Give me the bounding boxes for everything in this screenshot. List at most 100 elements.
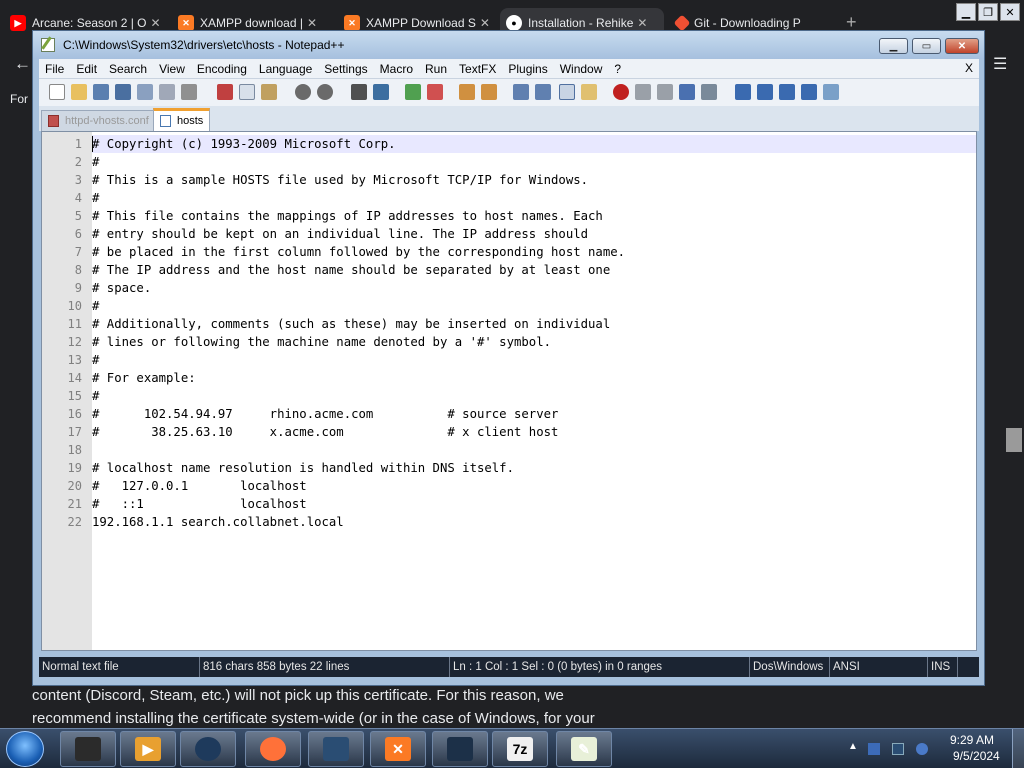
status-bar: Normal text file 816 chars 858 bytes 22 … xyxy=(39,657,979,677)
copy-icon[interactable] xyxy=(239,84,255,100)
display-icon[interactable] xyxy=(892,743,904,755)
menu-view[interactable]: View xyxy=(153,62,191,76)
cut-icon[interactable] xyxy=(217,84,233,100)
record-macro-icon[interactable] xyxy=(613,84,629,100)
sync-vertical-icon[interactable] xyxy=(459,84,475,100)
save-icon[interactable] xyxy=(93,84,109,100)
clock-time[interactable]: 9:29 AM xyxy=(950,733,994,747)
github-icon: ● xyxy=(506,15,522,31)
show-hidden-icons-icon[interactable]: ▲ xyxy=(848,741,858,752)
open-file-icon[interactable] xyxy=(71,84,87,100)
minimize-icon[interactable]: ▁ xyxy=(956,3,976,21)
taskbar-button-remote[interactable] xyxy=(432,731,488,767)
move-down-icon[interactable] xyxy=(779,84,795,100)
code-line: # Copyright (c) 1993-2009 Microsoft Corp… xyxy=(92,137,396,151)
line-number: 2 xyxy=(74,155,82,169)
save-macro-icon[interactable] xyxy=(701,84,717,100)
taskbar-button-notepadpp[interactable]: ✎ xyxy=(556,731,612,767)
close-icon[interactable]: ✕ xyxy=(1000,3,1020,21)
line-number: 9 xyxy=(74,281,82,295)
line-number: 7 xyxy=(74,245,82,259)
sort-icon[interactable] xyxy=(801,84,817,100)
close-button[interactable]: ✕ xyxy=(945,38,979,54)
run-macro-multiple-icon[interactable] xyxy=(679,84,695,100)
close-all-icon[interactable] xyxy=(159,84,175,100)
find-icon[interactable] xyxy=(351,84,367,100)
menu-language[interactable]: Language xyxy=(253,62,318,76)
taskbar-button-vm[interactable] xyxy=(308,731,364,767)
line-number: 1 xyxy=(74,137,82,151)
menu-icon[interactable]: ☰ xyxy=(993,54,1007,74)
page-text-fragment: For xyxy=(10,92,28,106)
menu-textfx[interactable]: TextFX xyxy=(453,62,502,76)
zoom-in-icon[interactable] xyxy=(405,84,421,100)
show-desktop-button[interactable] xyxy=(1012,729,1024,768)
close-icon[interactable]: ✕ xyxy=(151,16,161,30)
undo-icon[interactable] xyxy=(295,84,311,100)
xampp-icon: ✕ xyxy=(344,15,360,31)
taskbar-button-firefox[interactable] xyxy=(245,731,301,767)
virtual-machine-icon xyxy=(323,737,349,761)
window-titlebar[interactable]: C:\Windows\System32\drivers\etc\hosts - … xyxy=(33,31,984,59)
save-all-icon[interactable] xyxy=(115,84,131,100)
menu-encoding[interactable]: Encoding xyxy=(191,62,253,76)
textfx-icon[interactable] xyxy=(735,84,751,100)
close-file-icon[interactable] xyxy=(137,84,153,100)
menu-settings[interactable]: Settings xyxy=(318,62,373,76)
restore-icon[interactable]: ❐ xyxy=(978,3,998,21)
menu-plugins[interactable]: Plugins xyxy=(502,62,553,76)
taskbar-button-xampp[interactable]: ✕ xyxy=(370,731,426,767)
maximize-button[interactable]: ▭ xyxy=(912,38,941,54)
line-number: 19 xyxy=(67,461,82,475)
code-line: # 127.0.0.1 localhost xyxy=(92,479,307,493)
paste-icon[interactable] xyxy=(261,84,277,100)
taskbar-button-explorer[interactable] xyxy=(60,731,116,767)
monitor-icon xyxy=(447,737,473,761)
network-adapter-icon[interactable] xyxy=(868,743,880,755)
menu-window[interactable]: Window xyxy=(554,62,609,76)
taskbar-button-browser-orb[interactable] xyxy=(180,731,236,767)
close-document-button[interactable]: X xyxy=(965,61,973,75)
network-icon[interactable] xyxy=(916,743,928,755)
clock-date[interactable]: 9/5/2024 xyxy=(953,749,1000,763)
move-up-icon[interactable] xyxy=(757,84,773,100)
play-macro-icon[interactable] xyxy=(657,84,673,100)
taskbar-button-media-player[interactable]: ▶ xyxy=(120,731,176,767)
text-caret xyxy=(92,136,93,152)
browser-tab-label: XAMPP download | xyxy=(200,16,303,30)
tab-hosts[interactable]: hosts xyxy=(153,108,211,131)
editor[interactable]: 1 2 3 4 5 6 7 8 9 10 11 12 13 14 15 16 17 18 19 20 21 22 # Co… xyxy=(41,131,977,651)
zoom-out-icon[interactable] xyxy=(427,84,443,100)
stop-macro-icon[interactable] xyxy=(635,84,651,100)
close-icon[interactable]: ✕ xyxy=(307,16,317,30)
text-area[interactable]: # Copyright (c) 1993-2009 Microsoft Corp… xyxy=(92,132,976,650)
close-icon[interactable]: ✕ xyxy=(480,16,490,30)
resize-grip-icon[interactable] xyxy=(957,657,979,677)
print-icon[interactable] xyxy=(181,84,197,100)
new-file-icon[interactable] xyxy=(49,84,65,100)
replace-icon[interactable] xyxy=(373,84,389,100)
menu-search[interactable]: Search xyxy=(103,62,153,76)
sync-horizontal-icon[interactable] xyxy=(481,84,497,100)
indent-guide-icon[interactable] xyxy=(559,84,575,100)
page-scrollbar-thumb[interactable] xyxy=(1006,428,1022,452)
tab-httpd-vhosts[interactable]: httpd-vhosts.conf xyxy=(41,110,156,131)
menu-run[interactable]: Run xyxy=(419,62,453,76)
spell-check-icon[interactable] xyxy=(823,84,839,100)
menu-help[interactable]: ? xyxy=(608,62,627,76)
line-number: 14 xyxy=(67,371,82,385)
taskbar-button-7zip[interactable]: 7z xyxy=(492,731,548,767)
show-all-chars-icon[interactable] xyxy=(535,84,551,100)
file-saved-icon xyxy=(160,115,171,127)
redo-icon[interactable] xyxy=(317,84,333,100)
start-button[interactable] xyxy=(6,731,44,767)
line-number: 5 xyxy=(74,209,82,223)
menu-file[interactable]: File xyxy=(39,62,70,76)
menu-edit[interactable]: Edit xyxy=(70,62,103,76)
close-icon[interactable]: ✕ xyxy=(637,16,647,30)
udl-icon[interactable] xyxy=(581,84,597,100)
minimize-button[interactable]: ▁ xyxy=(879,38,908,54)
word-wrap-icon[interactable] xyxy=(513,84,529,100)
menu-macro[interactable]: Macro xyxy=(374,62,419,76)
back-arrow-icon[interactable]: ← xyxy=(14,54,31,74)
